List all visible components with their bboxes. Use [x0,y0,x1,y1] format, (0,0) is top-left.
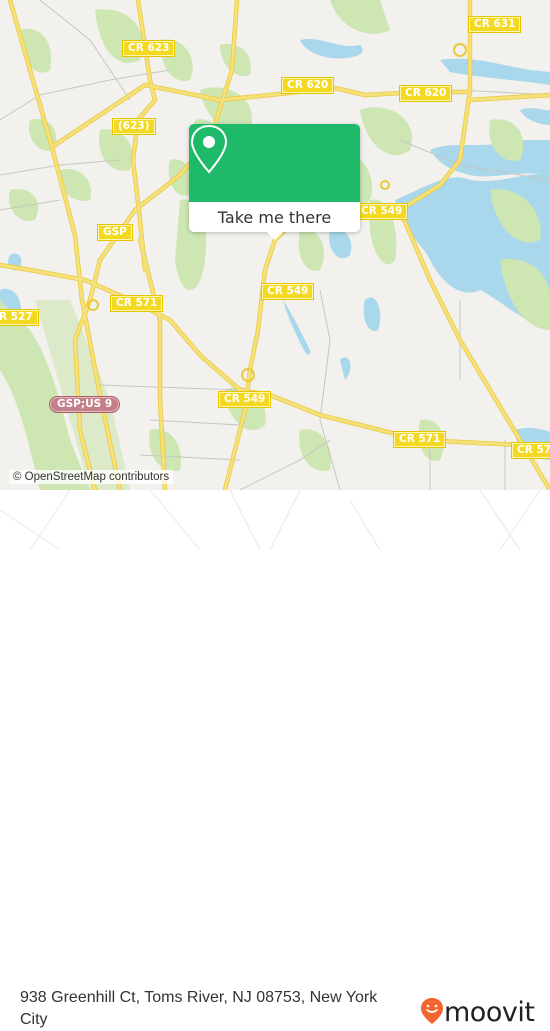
map-canvas [0,0,550,490]
highway-label: GSP;US 9 [50,397,120,412]
road-label: CR 620 [400,86,452,101]
take-me-there-button[interactable]: Take me there [189,202,360,232]
map-view[interactable]: CR 623 (623) GSP CR 620 CR 620 CR 631 CR… [0,0,550,490]
footer-background-pattern [0,490,541,550]
road-label: CR 549 [262,284,314,299]
brand-name: moovit [444,997,535,1028]
map-attribution[interactable]: © OpenStreetMap contributors [9,470,174,484]
footer: 938 Greenhill Ct, Toms River, NJ 08753, … [0,490,550,1028]
road-label: CR 620 [282,78,334,93]
road-label: R 527 [0,310,38,325]
moovit-brand[interactable]: moovit [420,997,535,1029]
road-label: CR 631 [469,17,521,32]
road-label: CR 571 [111,296,163,311]
popup-pointer [266,231,284,240]
road-label: CR 571 [512,443,550,458]
road-label: (623) [113,119,155,134]
address-text: 938 Greenhill Ct, Toms River, NJ 08753, … [20,989,378,1028]
road-label: GSP [98,225,132,240]
popup-header[interactable] [189,124,360,202]
location-popup[interactable]: Take me there [189,124,360,240]
road-label: CR 571 [394,432,446,447]
moovit-logo-icon [420,997,444,1029]
road-label: CR 549 [356,204,408,219]
road-label: CR 623 [123,41,175,56]
road-label: CR 549 [219,392,271,407]
